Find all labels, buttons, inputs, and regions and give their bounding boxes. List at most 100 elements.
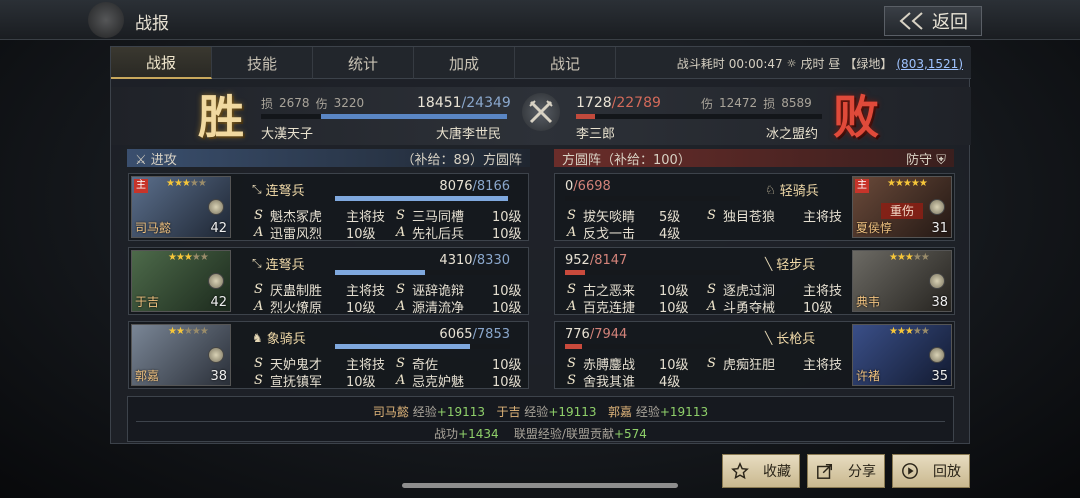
medal-icon bbox=[208, 347, 224, 363]
tab-report[interactable]: 战报 bbox=[111, 47, 212, 79]
attacker-hp-bar bbox=[261, 114, 507, 119]
skill-level: 10级 bbox=[346, 375, 376, 390]
merit-rewards: 战功+1434 联盟经验/联盟贡献+574 bbox=[128, 425, 953, 442]
general-card[interactable]: 主 ★★★★★ 重伤 夏侯惇 31 ♘ 轻骑兵 0/6698 S 拔矢啖睛 5级 S… bbox=[554, 173, 955, 242]
tab-chronicle[interactable]: 战记 bbox=[515, 47, 616, 79]
wound-status: 重伤 bbox=[881, 203, 923, 219]
crossed-swords-icon bbox=[522, 93, 560, 131]
skill-entry[interactable]: A 百克连捷 10级 bbox=[567, 297, 689, 316]
share-icon bbox=[817, 463, 833, 479]
battle-report-screen: 战报 返回 战报 技能 统计 加成 战记 战斗耗时 00:00:47 ☼ 戌时 … bbox=[0, 0, 1080, 498]
collect-label: 收藏 bbox=[763, 464, 791, 480]
skill-entry[interactable]: A 迅雷风烈 10级 bbox=[254, 223, 376, 242]
terrain: 【绿地】 bbox=[844, 57, 893, 71]
general-card[interactable]: ★★★★★ 于吉 42 ⤡ 连弩兵 4310/8330 S 厌蛊制胜 主将技 S 诬… bbox=[128, 247, 529, 316]
skill-entry[interactable]: S 虎痴狂胆 主将技 bbox=[707, 354, 842, 373]
crossbow-icon: ⤡ bbox=[252, 182, 262, 196]
skill-type: A bbox=[396, 373, 406, 388]
troop-bar-fill bbox=[565, 270, 586, 275]
general-card[interactable]: 主 ★★★★★ 司马懿 42 ⤡ 连弩兵 8076/8166 S 魁杰冢虎 主将技 … bbox=[128, 173, 529, 242]
alliance-reward-value: +574 bbox=[613, 427, 647, 441]
replay-button[interactable]: 回放 bbox=[892, 454, 970, 488]
general-portrait[interactable]: ★★★★★ 于吉 42 bbox=[131, 250, 231, 312]
skill-entry[interactable]: A 烈火燎原 10级 bbox=[254, 297, 376, 316]
reward-exp-label: 经验 bbox=[524, 405, 549, 419]
skill-level: 4级 bbox=[659, 375, 681, 390]
troop-label: 连弩兵 bbox=[265, 258, 305, 273]
collect-button[interactable]: 收藏 bbox=[722, 454, 800, 488]
general-level: 31 bbox=[931, 221, 948, 236]
skill-entry[interactable]: S 宣抚镇军 10级 bbox=[254, 371, 376, 390]
skill-entry[interactable]: A 先礼后兵 10级 bbox=[396, 223, 522, 242]
general-card[interactable]: ★★★★★ 典韦 38 ╲ 轻步兵 952/8147 S 古之恶来 10级 S 逐虎… bbox=[554, 247, 955, 316]
home-indicator[interactable] bbox=[402, 483, 678, 488]
skill-entry[interactable]: S 独目苍狼 主将技 bbox=[707, 206, 842, 225]
skill-type: S bbox=[567, 373, 576, 388]
skill-entry[interactable]: A 忌克妒魅 10级 bbox=[396, 371, 522, 390]
skill-level: 10级 bbox=[492, 375, 522, 390]
troop-type: ♘ 轻骑兵 bbox=[765, 180, 819, 200]
coordinate-link[interactable]: (803,1521) bbox=[896, 57, 963, 71]
skill-entry[interactable]: A 反戈一击 4级 bbox=[567, 223, 680, 242]
defender-troops-max-wrap: /22789 bbox=[611, 95, 661, 111]
attack-label: 进攻 bbox=[150, 152, 177, 168]
share-button[interactable]: 分享 bbox=[807, 454, 885, 488]
general-card[interactable]: ★★★★★ 郭嘉 38 ♞ 象骑兵 6065/7853 S 天妒鬼才 主将技 S 奇… bbox=[128, 321, 529, 390]
skill-entry[interactable]: A 斗勇夺械 10级 bbox=[707, 297, 833, 316]
attacker-player: 大唐李世民 bbox=[436, 127, 502, 142]
skill-type: S bbox=[396, 356, 405, 371]
skill-type: S bbox=[254, 373, 263, 388]
troop-count-current: 776 bbox=[565, 327, 590, 342]
skill-entry[interactable]: A 源清流净 10级 bbox=[396, 297, 522, 316]
troop-count-max-wrap: /6698 bbox=[573, 179, 611, 194]
attacker-troops-max: 24349 bbox=[466, 95, 511, 111]
troop-count-max-wrap: /8166 bbox=[472, 179, 510, 194]
troop-label: 长枪兵 bbox=[776, 332, 816, 347]
troop-type: ♞ 象骑兵 bbox=[252, 328, 306, 348]
general-portrait[interactable]: ★★★★★ 典韦 38 bbox=[852, 250, 952, 312]
defender-hp-fill bbox=[576, 114, 595, 119]
troop-bar-fill bbox=[565, 344, 583, 349]
troop-bar bbox=[335, 196, 510, 201]
troop-label: 轻骑兵 bbox=[779, 184, 819, 199]
general-portrait[interactable]: 主 ★★★★★ 司马懿 42 bbox=[131, 176, 231, 238]
back-button[interactable]: 返回 bbox=[884, 6, 982, 36]
general-card[interactable]: ★★★★★ 许褚 35 ╲ 长枪兵 776/7944 S 赤膊鏖战 10级 S 虎痴… bbox=[554, 321, 955, 390]
defender-alliance: 冰之盟约 bbox=[766, 127, 819, 142]
general-level: 38 bbox=[931, 295, 948, 310]
general-portrait[interactable]: ★★★★★ 许褚 35 bbox=[852, 324, 952, 386]
skill-type: A bbox=[254, 299, 264, 314]
troop-count: 0/6698 bbox=[565, 179, 611, 194]
skill-type: A bbox=[396, 225, 406, 240]
tab-bonus[interactable]: 加成 bbox=[414, 47, 515, 79]
star-rating: ★★★★★ bbox=[889, 252, 930, 263]
skill-type: S bbox=[254, 356, 263, 371]
troop-bar bbox=[565, 270, 740, 275]
defender-loss-stats: 伤 12472 损 8589 bbox=[701, 95, 812, 111]
skill-type: S bbox=[396, 282, 405, 297]
general-name: 郭嘉 bbox=[135, 369, 160, 383]
troop-count-max: 6698 bbox=[577, 179, 611, 194]
troop-bar-fill bbox=[335, 344, 471, 349]
troop-count-max: 7944 bbox=[594, 327, 628, 342]
tab-stats[interactable]: 统计 bbox=[313, 47, 414, 79]
troop-count-current: 952 bbox=[565, 253, 590, 268]
attacker-troops-max-wrap: /24349 bbox=[461, 95, 511, 111]
general-level: 42 bbox=[210, 295, 227, 310]
duration-value: 00:00:47 bbox=[728, 56, 783, 71]
general-portrait[interactable]: ★★★★★ 郭嘉 38 bbox=[131, 324, 231, 386]
skill-type: S bbox=[567, 282, 576, 297]
troop-count-max-wrap: /8330 bbox=[472, 253, 510, 268]
skill-name: 虎痴狂胆 bbox=[723, 358, 776, 373]
general-portrait[interactable]: 主 ★★★★★ 重伤 夏侯惇 31 bbox=[852, 176, 952, 238]
sun-icon: ☼ bbox=[786, 57, 797, 70]
troop-count-max-wrap: /7853 bbox=[472, 327, 510, 342]
tab-skills[interactable]: 技能 bbox=[212, 47, 313, 79]
skill-level: 10级 bbox=[346, 301, 376, 316]
skill-entry[interactable]: S 舍我其谁 4级 bbox=[567, 371, 680, 390]
troop-count-current: 8076 bbox=[439, 179, 473, 194]
skill-type: S bbox=[707, 208, 716, 223]
attack-side-header: ⚔ 进攻 （补给：89）方圆阵 bbox=[127, 149, 530, 168]
main-general-tag: 主 bbox=[134, 179, 148, 193]
medal-icon bbox=[208, 199, 224, 215]
